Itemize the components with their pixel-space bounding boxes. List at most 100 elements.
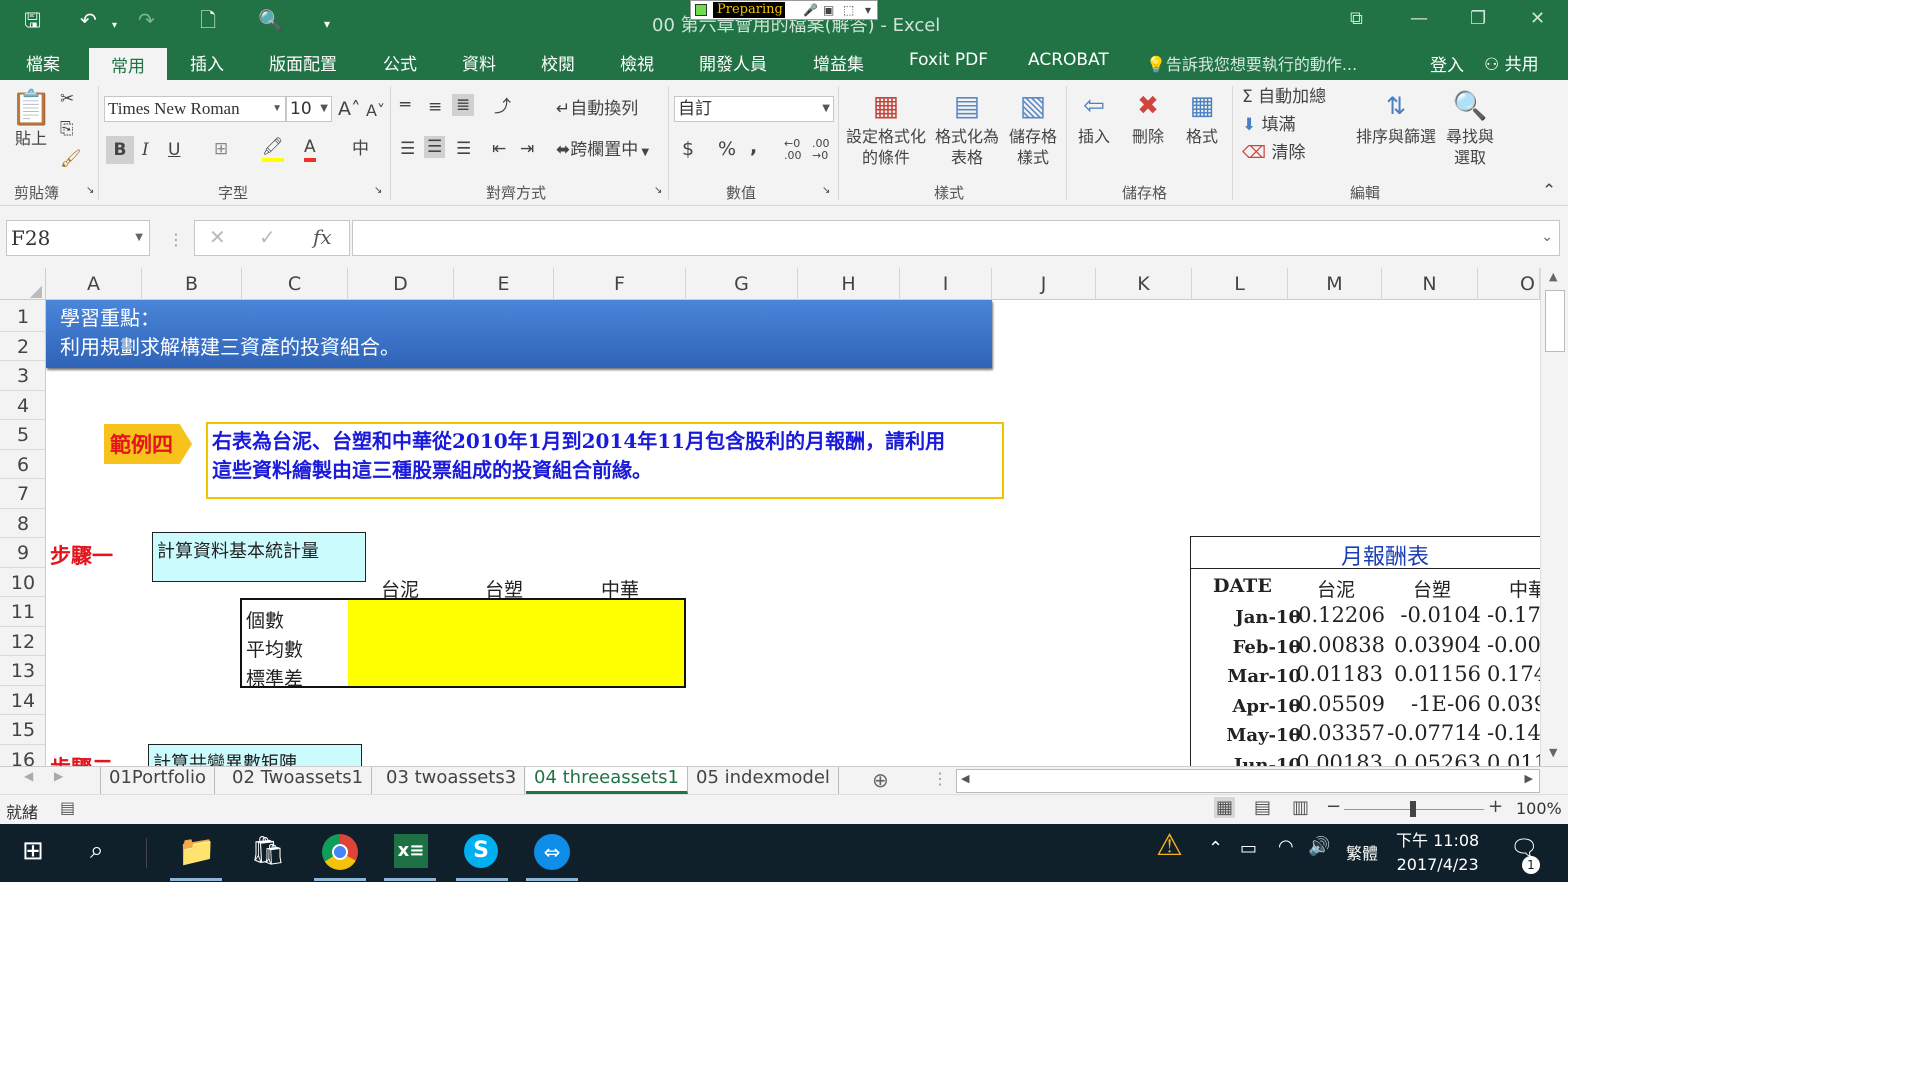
sort-filter-button[interactable]: ⇅ 排序與篩選 — [1352, 86, 1440, 147]
undo-dropdown-icon[interactable]: ▾ — [112, 14, 117, 38]
tab-split-handle-icon[interactable]: ⋮ — [932, 769, 948, 788]
select-all-corner[interactable]: ◢ — [0, 268, 46, 300]
bold-button[interactable]: B — [106, 136, 134, 164]
alignment-launcher-icon[interactable]: ↘ — [654, 180, 662, 202]
scroll-left-icon[interactable]: ◀ — [961, 772, 969, 785]
column-header-b[interactable]: B — [142, 268, 242, 300]
zoom-out-icon[interactable]: − — [1326, 796, 1341, 817]
zoom-slider-thumb[interactable] — [1410, 801, 1416, 817]
row-header[interactable]: 16 — [0, 745, 45, 767]
normal-view-icon[interactable]: ▦ — [1214, 797, 1236, 818]
expand-formula-icon[interactable]: ⌄ — [1541, 229, 1553, 245]
resize-handle-icon[interactable]: ⋮ — [168, 230, 184, 249]
statistics-input-range[interactable] — [348, 600, 684, 686]
print-preview-icon[interactable]: 🔍 — [258, 8, 283, 32]
page-break-view-icon[interactable]: ▥ — [1292, 797, 1309, 818]
column-header-a[interactable]: A — [46, 268, 142, 300]
teamviewer-icon[interactable]: ⇔ — [534, 834, 570, 870]
column-header-m[interactable]: M — [1288, 268, 1382, 300]
undo-icon[interactable]: ↶ — [80, 8, 97, 32]
restore-icon[interactable]: ❐ — [1470, 8, 1486, 29]
windows-start-icon[interactable]: ⊞ — [22, 836, 44, 866]
minimize-icon[interactable]: — — [1410, 8, 1428, 29]
fill-button[interactable]: ⬇ 填滿 — [1242, 114, 1296, 136]
macro-record-icon[interactable]: ▤ — [60, 798, 75, 817]
align-center-icon[interactable]: ☰ — [424, 136, 446, 158]
font-color-icon[interactable]: A — [304, 136, 316, 162]
format-painter-icon[interactable]: 🖌 — [60, 148, 82, 170]
close-icon[interactable]: ✕ — [1530, 8, 1545, 29]
cut-icon[interactable]: ✂ — [60, 88, 74, 110]
row-header[interactable]: 13 — [0, 656, 45, 686]
next-sheet-icon[interactable]: ▶ — [54, 769, 63, 783]
wifi-icon[interactable]: ◠ — [1278, 836, 1294, 857]
column-header-o[interactable]: O — [1478, 268, 1540, 300]
horizontal-scrollbar[interactable]: ◀ ▶ — [956, 769, 1540, 793]
tab-file[interactable]: 檔案 — [26, 50, 60, 75]
autosum-button[interactable]: Σ 自動加總 — [1242, 86, 1326, 108]
sheet-tab-01portfolio[interactable]: 01Portfolio — [100, 767, 215, 794]
decrease-decimal-icon[interactable]: .00 →0 — [812, 138, 830, 162]
italic-button[interactable]: I — [142, 139, 149, 161]
tab-review[interactable]: 校閱 — [541, 50, 575, 75]
signin-link[interactable]: 登入 — [1430, 51, 1464, 76]
currency-button[interactable]: $ — [682, 138, 694, 160]
tab-foxit-pdf[interactable]: Foxit PDF — [909, 50, 988, 70]
row-header[interactable]: 4 — [0, 391, 45, 420]
delete-cells-button[interactable]: ✖ 刪除 — [1124, 86, 1172, 147]
column-header-f[interactable]: F — [554, 268, 686, 300]
column-header-e[interactable]: E — [454, 268, 554, 300]
increase-font-icon[interactable]: A˄ — [338, 98, 361, 120]
column-header-n[interactable]: N — [1382, 268, 1478, 300]
row-header[interactable]: 7 — [0, 479, 45, 509]
sheet-tab-02-twoassets1[interactable]: 02 Twoassets1 — [224, 767, 373, 794]
worksheet-grid[interactable]: 學習重點： 利用規劃求解構建三資產的投資組合。 範例四 右表為台泥、台塑和中華從… — [46, 300, 1540, 766]
column-header-i[interactable]: I — [900, 268, 992, 300]
row-header[interactable]: 6 — [0, 450, 45, 479]
sheet-tab-05-indexmodel[interactable]: 05 indexmodel — [688, 767, 839, 794]
align-left-icon[interactable]: ☰ — [400, 138, 415, 160]
vertical-scroll-thumb[interactable] — [1545, 290, 1565, 352]
row-header[interactable]: 15 — [0, 715, 45, 745]
tab-developer[interactable]: 開發人員 — [699, 50, 767, 75]
select-region-icon[interactable]: ⬚ — [843, 1, 854, 19]
copy-icon[interactable]: ⎘ — [60, 118, 74, 140]
row-header[interactable]: 5 — [0, 420, 45, 450]
vertical-scrollbar[interactable]: ▲ ▼ — [1540, 268, 1568, 766]
column-header-g[interactable]: G — [686, 268, 798, 300]
align-bottom-icon[interactable]: ≣ — [452, 94, 475, 116]
insert-function-button[interactable]: fx — [313, 225, 332, 249]
orientation-icon[interactable]: ⤴ — [494, 96, 511, 118]
zoom-in-icon[interactable]: + — [1488, 796, 1503, 817]
skype-icon[interactable]: S — [464, 834, 498, 868]
font-size-combo[interactable]: 10 ▼ — [286, 96, 332, 122]
row-header[interactable]: 3 — [0, 361, 45, 391]
column-header-d[interactable]: D — [348, 268, 454, 300]
row-header[interactable]: 2 — [0, 332, 45, 361]
clock[interactable]: 下午 11:08 2017/4/23 — [1396, 829, 1479, 877]
sheet-tab-04-threeassets1[interactable]: 04 threeassets1 — [526, 767, 688, 794]
scroll-up-icon[interactable]: ▲ — [1549, 270, 1557, 283]
decrease-indent-icon[interactable]: ⇤ — [492, 138, 506, 160]
tell-me-search[interactable]: 💡告訴我您想要執行的動作... — [1146, 51, 1357, 75]
tab-home[interactable]: 常用 — [89, 48, 167, 80]
font-launcher-icon[interactable]: ↘ — [374, 180, 382, 202]
ribbon-display-icon[interactable]: ⧉ — [1350, 8, 1363, 29]
volume-icon[interactable]: 🔊 — [1308, 836, 1330, 857]
file-explorer-icon[interactable]: 📁 — [178, 834, 218, 874]
formula-input[interactable]: ⌄ — [352, 220, 1560, 256]
row-header[interactable]: 9 — [0, 538, 45, 568]
find-select-button[interactable]: 🔍 尋找與 選取 — [1442, 86, 1498, 168]
number-format-combo[interactable]: 自訂 ▼ — [674, 96, 834, 122]
row-header[interactable]: 10 — [0, 568, 45, 597]
popup-menu-icon[interactable]: ▾ — [865, 1, 871, 19]
phonetic-button[interactable]: 中 — [352, 138, 369, 160]
search-icon[interactable]: ⌕ — [90, 836, 103, 864]
fill-color-icon[interactable]: 🖍 — [262, 136, 284, 162]
tab-data[interactable]: 資料 — [462, 50, 496, 75]
row-header[interactable]: 14 — [0, 686, 45, 715]
tab-acrobat[interactable]: ACROBAT — [1028, 50, 1109, 70]
customize-toolbar-icon[interactable]: ▾ — [324, 12, 330, 36]
prev-sheet-icon[interactable]: ◀ — [24, 769, 33, 783]
column-header-k[interactable]: K — [1096, 268, 1192, 300]
